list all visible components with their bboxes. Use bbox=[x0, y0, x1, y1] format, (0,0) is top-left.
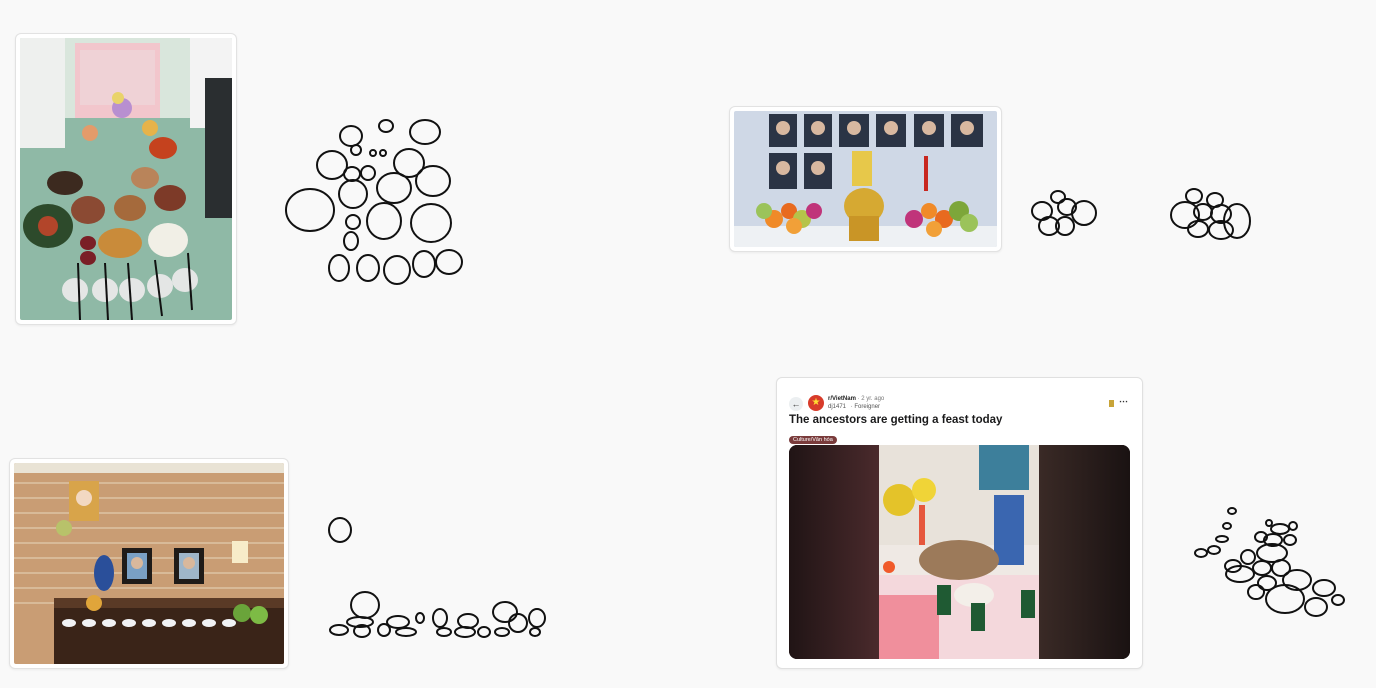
photo-card-altar-feast[interactable] bbox=[15, 33, 237, 325]
brick-altar-image bbox=[14, 463, 284, 664]
post-author-line: dj1471 · Foreigner bbox=[828, 404, 880, 410]
photo-card-ancestor-portraits[interactable] bbox=[729, 106, 1002, 252]
back-arrow-icon[interactable]: ← bbox=[789, 397, 803, 411]
doodle-circles-group-3 bbox=[1170, 188, 1251, 240]
bookmark-icon[interactable] bbox=[1109, 400, 1114, 407]
doodle-circles-group-1 bbox=[285, 119, 463, 285]
reddit-post-card[interactable]: ← ★ r/VietNam · 2 yr. ago dj1471 · Forei… bbox=[776, 377, 1143, 669]
subreddit-avatar[interactable]: ★ bbox=[808, 395, 824, 411]
doodle-circles-group-2 bbox=[1031, 190, 1097, 236]
doodle-circles-group-4 bbox=[328, 517, 546, 638]
photo-card-brick-altar[interactable] bbox=[9, 458, 289, 669]
post-meta: r/VietNam · 2 yr. ago bbox=[828, 396, 884, 402]
doodle-circles-group-5 bbox=[1194, 507, 1345, 617]
post-username[interactable]: dj1471 bbox=[828, 404, 846, 410]
user-flair: · Foreigner bbox=[850, 404, 881, 410]
post-age: · 2 yr. ago bbox=[857, 396, 885, 402]
post-flair[interactable]: Culture/Văn hóa bbox=[789, 436, 837, 444]
post-image[interactable] bbox=[789, 445, 1130, 659]
star-icon: ★ bbox=[811, 397, 821, 408]
more-options-icon[interactable]: ⋯ bbox=[1119, 396, 1128, 407]
post-title[interactable]: The ancestors are getting a feast today bbox=[789, 414, 1002, 426]
subreddit-name[interactable]: r/VietNam bbox=[828, 396, 856, 402]
altar-feast-image bbox=[20, 38, 232, 320]
ancestor-portraits-image bbox=[734, 111, 997, 247]
